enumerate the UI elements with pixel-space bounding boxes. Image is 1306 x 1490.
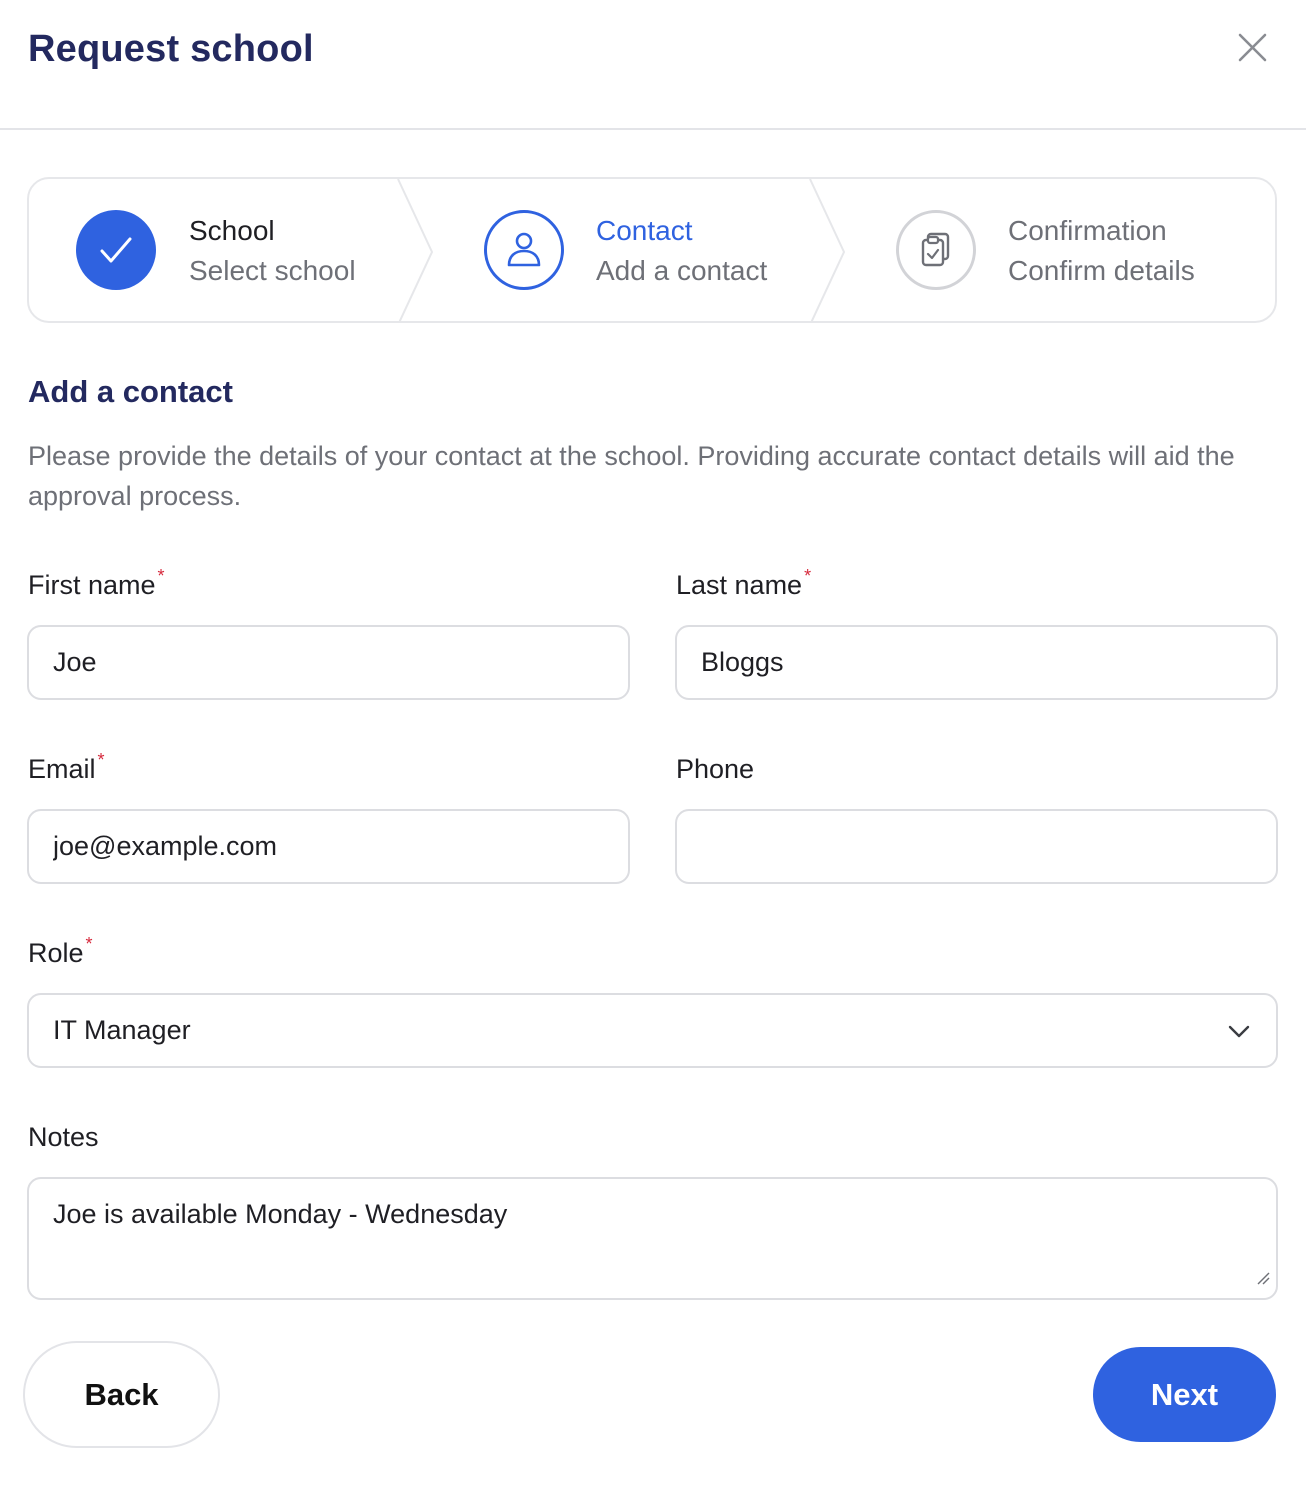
- first-name-field[interactable]: [27, 625, 630, 700]
- stepper: School Select school Contact Add a conta…: [27, 177, 1277, 323]
- first-name-label-text: First name: [28, 570, 156, 600]
- required-marker: *: [97, 750, 105, 770]
- step-title: School: [189, 215, 275, 246]
- section-title: Add a contact: [28, 374, 233, 409]
- clipboard-check-icon: [896, 210, 976, 290]
- step-title: Confirmation: [1008, 215, 1167, 246]
- last-name-field[interactable]: [675, 625, 1278, 700]
- step-title: Contact: [596, 215, 693, 246]
- dialog-header: Request school: [0, 0, 1306, 130]
- phone-input[interactable]: [701, 831, 1252, 862]
- required-marker: *: [804, 566, 812, 586]
- person-icon: [484, 210, 564, 290]
- last-name-label-text: Last name: [676, 570, 803, 600]
- section-description: Please provide the details of your conta…: [28, 441, 1235, 511]
- notes-textarea[interactable]: Joe is available Monday - Wednesday: [27, 1177, 1278, 1300]
- next-button[interactable]: Next: [1093, 1347, 1276, 1442]
- email-input[interactable]: [53, 831, 604, 862]
- back-button[interactable]: Back: [23, 1341, 220, 1448]
- email-field[interactable]: [27, 809, 630, 884]
- step-subtitle: Add a contact: [596, 255, 768, 286]
- role-selected-value: IT Manager: [53, 1015, 191, 1045]
- step-divider: [809, 179, 846, 321]
- last-name-input[interactable]: [701, 647, 1252, 678]
- phone-field[interactable]: [675, 809, 1278, 884]
- first-name-input[interactable]: [53, 647, 604, 678]
- notes-label: Notes: [28, 1122, 99, 1152]
- role-label-text: Role: [28, 938, 84, 968]
- step-subtitle: Select school: [189, 255, 356, 286]
- resize-handle-icon[interactable]: [1256, 1261, 1270, 1292]
- notes-text: Joe is available Monday - Wednesday: [53, 1199, 508, 1229]
- step-contact: Contact Add a contact: [437, 179, 837, 321]
- role-label: Role *: [28, 934, 93, 969]
- role-select[interactable]: IT Manager: [27, 993, 1278, 1068]
- required-marker: *: [85, 934, 93, 954]
- close-icon[interactable]: [1230, 26, 1274, 70]
- email-label-text: Email: [28, 754, 96, 784]
- email-label: Email *: [28, 750, 105, 785]
- last-name-label: Last name *: [676, 566, 811, 601]
- chevron-down-icon: [1226, 1018, 1252, 1044]
- step-divider: [397, 179, 434, 321]
- required-marker: *: [157, 566, 165, 586]
- check-icon: [76, 210, 156, 290]
- step-school: School Select school: [29, 179, 399, 321]
- dialog-title: Request school: [28, 28, 314, 70]
- first-name-label: First name *: [28, 566, 165, 601]
- phone-label: Phone: [676, 754, 755, 784]
- step-confirmation: Confirmation Confirm details: [849, 179, 1275, 321]
- step-subtitle: Confirm details: [1008, 255, 1195, 286]
